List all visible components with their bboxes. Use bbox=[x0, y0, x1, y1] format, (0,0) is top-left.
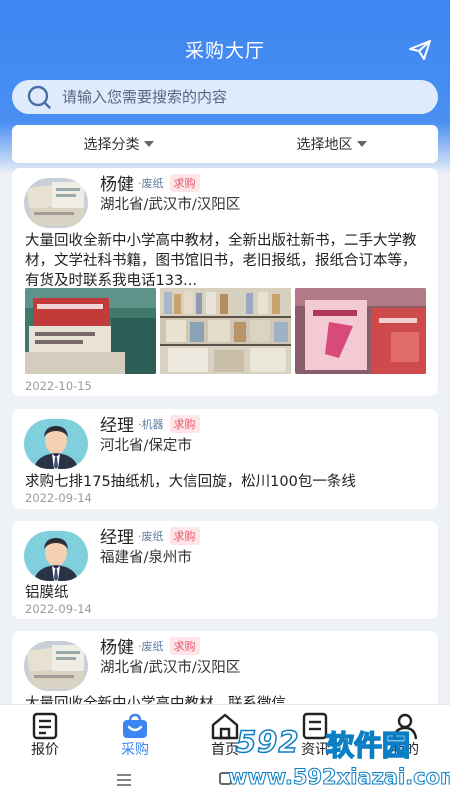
avatar bbox=[24, 419, 88, 469]
listing-card[interactable]: 经理 ·废纸 求购 福建省/泉州市 铝膜纸 2022-09-14 bbox=[12, 521, 438, 619]
tab-quote[interactable]: 报价 bbox=[0, 705, 90, 764]
user-name: 经理 bbox=[100, 528, 134, 548]
category-filter[interactable]: 选择分类 bbox=[12, 125, 225, 163]
region-filter-label: 选择地区 bbox=[296, 137, 353, 153]
avatar bbox=[24, 531, 88, 581]
caret-down-icon bbox=[143, 141, 154, 147]
region-filter[interactable]: 选择地区 bbox=[225, 125, 438, 163]
shopping-bag-icon bbox=[123, 713, 147, 738]
listing-date: 2022-09-14 bbox=[25, 602, 92, 616]
listing-description: 大量回收全新中小学高中教材，全新出版社新书，二手大学教材，文学社科书籍，图书馆旧… bbox=[25, 233, 417, 289]
category-label: ·废纸 bbox=[138, 639, 164, 653]
tab-quote-label: 报价 bbox=[31, 742, 59, 758]
category-label: ·废纸 bbox=[138, 176, 164, 190]
avatar bbox=[24, 178, 88, 228]
search-input[interactable] bbox=[62, 88, 402, 106]
watermark-brand: 软件园 bbox=[325, 728, 411, 763]
location: 湖北省/武汉市/汉阳区 bbox=[100, 197, 241, 213]
location: 福建省/泉州市 bbox=[100, 550, 192, 566]
location: 湖北省/武汉市/汉阳区 bbox=[100, 660, 241, 676]
location: 河北省/保定市 bbox=[100, 438, 192, 454]
listing-card[interactable]: 杨健 ·废纸 求购 湖北省/武汉市/汉阳区 大量回收全新中小学高中教材，全新出版… bbox=[12, 168, 438, 396]
watermark-url: www.592xiazai.com bbox=[228, 765, 450, 790]
page-title: 采购大厅 bbox=[184, 40, 265, 62]
tab-purchase-label: 采购 bbox=[121, 742, 149, 758]
listing-description: 铝膜纸 bbox=[25, 585, 69, 601]
listing-description: 求购七排175抽纸机，大信回旋，松川100包一条线 bbox=[25, 474, 356, 490]
status-badge: 求购 bbox=[169, 173, 200, 192]
status-badge: 求购 bbox=[169, 636, 200, 655]
bookshelf-photo[interactable] bbox=[160, 288, 291, 374]
user-name: 杨健 bbox=[100, 638, 134, 658]
listing-card[interactable]: 杨健 ·废纸 求购 湖北省/武汉市/汉阳区 大量回收全新中小学高中教材，联系微信 bbox=[12, 631, 438, 711]
category-label: ·机器 bbox=[138, 417, 164, 431]
avatar bbox=[24, 641, 88, 691]
listing-card[interactable]: 经理 ·机器 求购 河北省/保定市 求购七排175抽纸机，大信回旋，松川100包… bbox=[12, 409, 438, 509]
textbook-pile-photo[interactable] bbox=[295, 288, 426, 374]
watermark: 592 软件园 www.592xiazai.com bbox=[222, 717, 450, 797]
listing-date: 2022-10-15 bbox=[25, 379, 92, 393]
caret-down-icon bbox=[356, 141, 367, 147]
book-stack-photo[interactable] bbox=[25, 288, 156, 374]
watermark-logo: 592 bbox=[235, 724, 300, 760]
user-name: 经理 bbox=[100, 416, 134, 436]
search-icon bbox=[27, 85, 51, 109]
status-badge: 求购 bbox=[169, 526, 200, 545]
menu-icon[interactable] bbox=[116, 774, 132, 786]
category-label: ·废纸 bbox=[138, 529, 164, 543]
filter-bar: 选择分类 选择地区 bbox=[12, 125, 438, 163]
category-filter-label: 选择分类 bbox=[83, 137, 140, 153]
user-name: 杨健 bbox=[100, 175, 134, 195]
paper-plane-icon[interactable] bbox=[408, 38, 432, 62]
document-icon bbox=[32, 712, 58, 740]
listing-date: 2022-09-14 bbox=[25, 491, 92, 505]
tab-purchase[interactable]: 采购 bbox=[90, 705, 180, 764]
status-badge: 求购 bbox=[169, 414, 200, 433]
search-bar[interactable] bbox=[12, 80, 438, 114]
